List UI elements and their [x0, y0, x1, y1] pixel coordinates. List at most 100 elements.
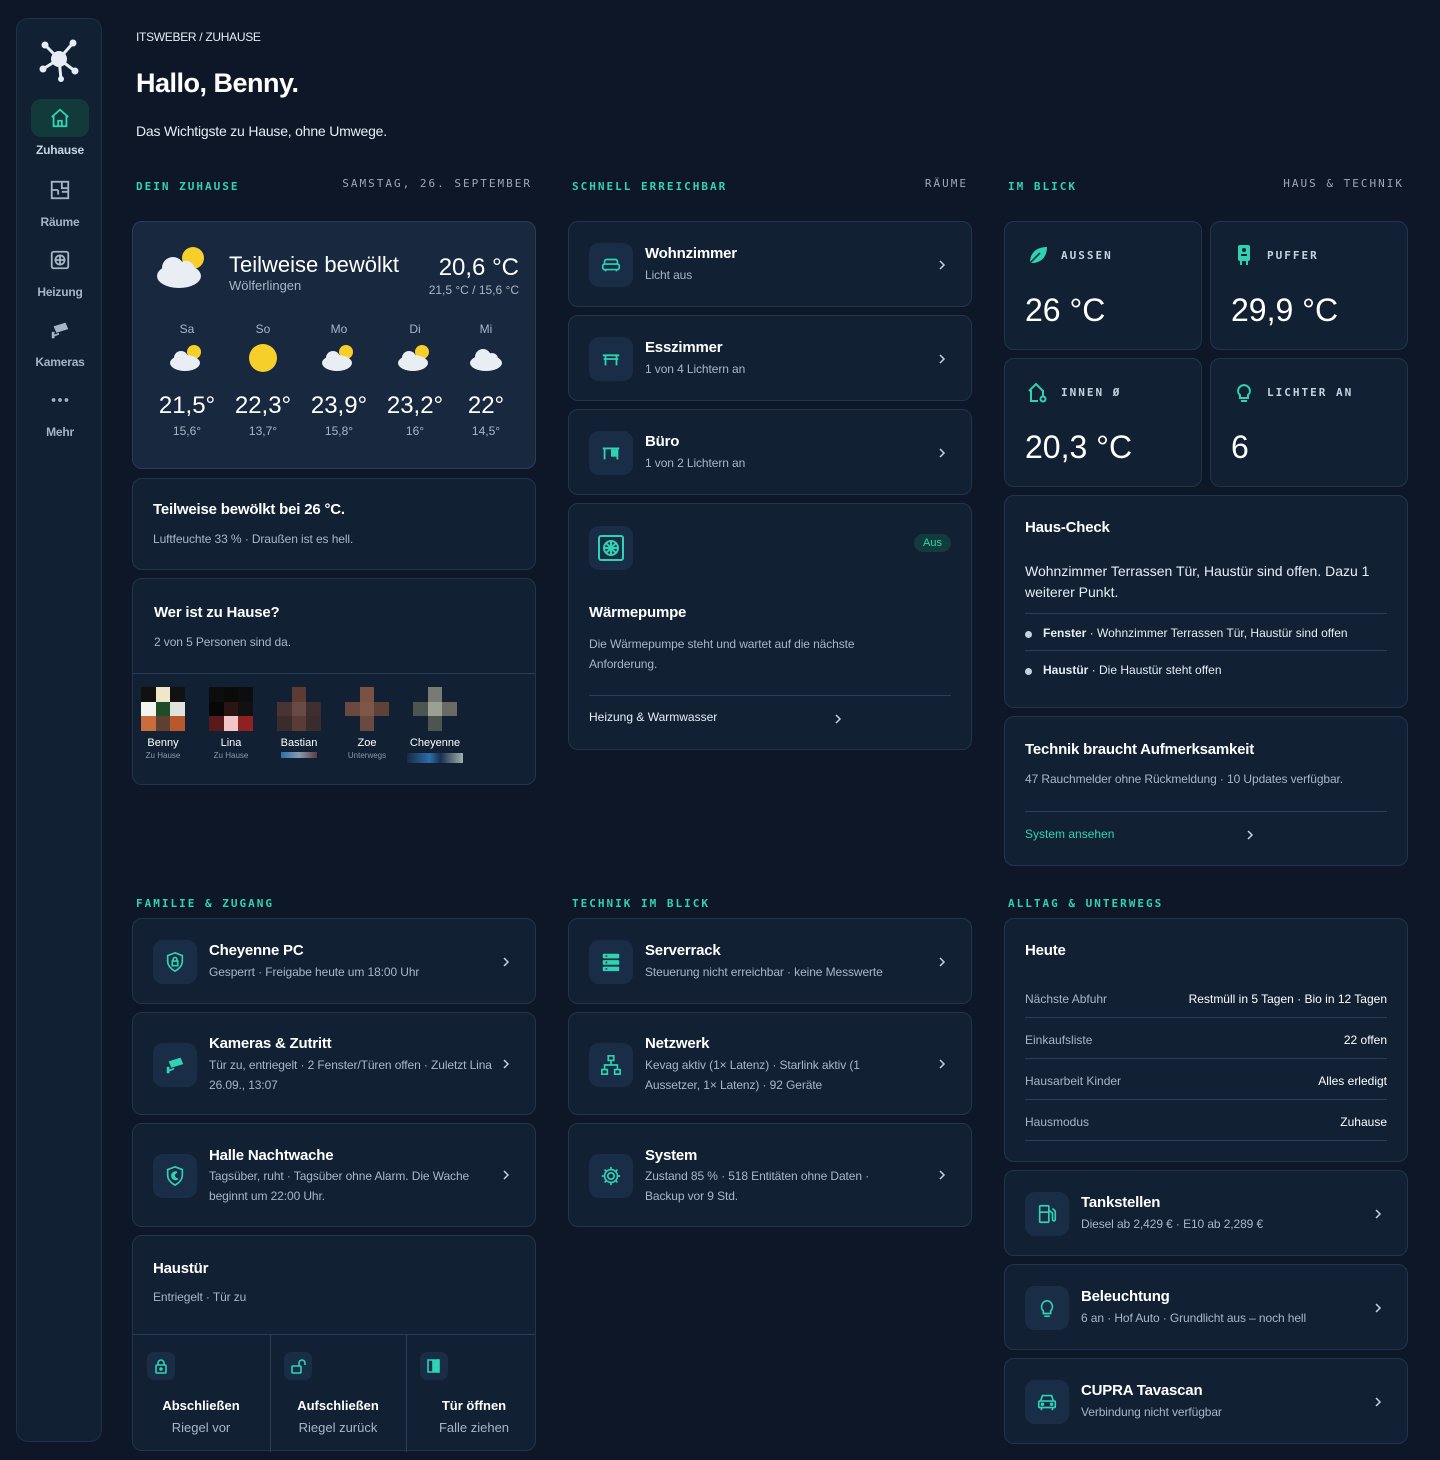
stat-lichter[interactable]: LICHTER AN 6	[1210, 358, 1408, 487]
forecast-high: 21,5°	[158, 392, 216, 419]
house-thermo-icon	[1028, 382, 1047, 403]
avatar	[209, 687, 253, 731]
presence-title: Wer ist zu Hause?	[154, 604, 280, 621]
door-open-icon	[420, 1352, 448, 1380]
weather-range: 21,5 °C / 15,6 °C	[428, 283, 519, 297]
stat-aussen[interactable]: AUSSEN 26 °C	[1004, 221, 1202, 350]
row-key: Nächste Abfuhr	[1025, 992, 1108, 1006]
nav-item-raeume[interactable]: Räume	[17, 171, 103, 229]
heating-icon	[31, 241, 89, 279]
person-bastian[interactable]: Bastian	[269, 687, 329, 758]
action-sub: Riegel zurück	[298, 1420, 378, 1435]
more-icon	[31, 381, 89, 419]
forecast-day-label: So	[255, 322, 271, 336]
chevron-right-icon	[1375, 1209, 1382, 1219]
tech-netzwerk[interactable]: Netzwerk Kevag aktiv (1× Latenz) · Starl…	[568, 1012, 972, 1115]
person-lina[interactable]: Lina Zu Hause	[201, 687, 261, 760]
forecast-low: 15,6°	[172, 424, 202, 438]
section-link-haus-technik[interactable]: HAUS & TECHNIK	[1283, 177, 1404, 190]
nav-item-zuhause[interactable]: Zuhause	[17, 99, 103, 157]
tech-attention-card[interactable]: Technik braucht Aufmerksamkeit 47 Rauchm…	[1004, 716, 1408, 866]
housecheck-text: Wohnzimmer Terrassen Tür, Haustür sind o…	[1025, 563, 1370, 600]
person-status: Unterwegs	[347, 751, 387, 760]
person-name: Bastian	[280, 737, 318, 749]
unlock-icon	[284, 1352, 312, 1380]
person-zoe[interactable]: Zoe Unterwegs	[337, 687, 397, 760]
status-bar	[407, 753, 463, 763]
leaf-icon	[1029, 247, 1047, 264]
bulb-icon	[1237, 383, 1251, 402]
heatpump-icon	[589, 526, 633, 570]
divider	[1025, 650, 1387, 651]
card-title: Kameras & Zutritt	[209, 1035, 332, 1052]
card-sub: 6 an · Hof Auto · Grundlicht aus – noch …	[1081, 1311, 1307, 1325]
person-name: Cheyenne	[409, 737, 461, 749]
divider	[1025, 1099, 1387, 1100]
room-wohnzimmer[interactable]: Wohnzimmer Licht aus	[568, 221, 972, 307]
room-buero[interactable]: Büro 1 von 2 Lichtern an	[568, 409, 972, 495]
room-esszimmer[interactable]: Esszimmer 1 von 4 Lichtern an	[568, 315, 972, 401]
forecast-low: 13,7°	[248, 424, 278, 438]
section-link-raeume[interactable]: RÄUME	[925, 177, 968, 190]
nav-item-kameras[interactable]: Kameras	[17, 311, 103, 369]
tech-system[interactable]: System Zustand 85 % · 518 Entitäten ohne…	[568, 1123, 972, 1227]
daily-tankstellen[interactable]: Tankstellen Diesel ab 2,429 € · E10 ab 2…	[1004, 1170, 1408, 1256]
chevron-right-icon	[503, 957, 510, 967]
stat-label: LICHTER AN	[1267, 386, 1354, 399]
forecast-day-label: Di	[409, 322, 421, 336]
action-sub: Riegel vor	[171, 1420, 231, 1435]
forecast-high: 23,9°	[310, 392, 368, 419]
card-sub: Zustand 85 % · 518 Entitäten ohne Daten …	[645, 1169, 870, 1203]
housecheck-card[interactable]: Haus-Check Wohnzimmer Terrassen Tür, Hau…	[1004, 495, 1408, 708]
desk-icon	[589, 431, 633, 475]
forecast-low: 15,8°	[324, 424, 354, 438]
stat-value: 29,9 °C	[1231, 292, 1339, 328]
lock-icon	[147, 1352, 175, 1380]
divider	[589, 695, 951, 696]
lock-button[interactable]: Abschließen Riegel vor	[133, 1334, 269, 1452]
boiler-icon	[1238, 245, 1250, 265]
daily-cupra[interactable]: CUPRA Tavascan Verbindung nicht verfügba…	[1004, 1358, 1408, 1444]
system-link[interactable]: System ansehen	[1025, 827, 1114, 841]
divider	[1025, 1058, 1387, 1059]
stat-value: 26 °C	[1025, 292, 1106, 328]
person-cheyenne[interactable]: Cheyenne	[405, 687, 465, 763]
open-door-button[interactable]: Tür öffnen Falle ziehen	[406, 1334, 542, 1452]
stat-puffer[interactable]: PUFFER 29,9 °C	[1210, 221, 1408, 350]
daily-beleuchtung[interactable]: Beleuchtung 6 an · Hof Auto · Grundlicht…	[1004, 1264, 1408, 1350]
chevron-right-icon	[503, 1059, 510, 1069]
family-cheyenne-pc[interactable]: Cheyenne PC Gesperrt · Freigabe heute um…	[132, 918, 536, 1004]
section-label-quick: SCHNELL ERREICHBAR	[572, 180, 728, 193]
heatpump-text: Die Wärmepumpe steht und wartet auf die …	[589, 637, 855, 671]
forecast-high: 23,2°	[386, 392, 444, 419]
person-name: Zoe	[357, 737, 377, 749]
unlock-button[interactable]: Aufschließen Riegel zurück	[270, 1334, 406, 1452]
nav-label: Mehr	[46, 425, 74, 439]
weather-card[interactable]: Teilweise bewölkt Wölferlingen 20,6 °C 2…	[132, 221, 536, 469]
room-status: 1 von 2 Lichtern an	[645, 456, 746, 470]
tech-serverrack[interactable]: Serverrack Steuerung nicht erreichbar · …	[568, 918, 972, 1004]
nav-item-mehr[interactable]: Mehr	[17, 381, 103, 439]
item-text: · Wohnzimmer Terrassen Tür, Haustür sind…	[1086, 626, 1348, 640]
stat-innen[interactable]: INNEN Ø 20,3 °C	[1004, 358, 1202, 487]
sofa-icon	[589, 243, 633, 287]
summary-title: Teilweise bewölkt bei 26 °C.	[153, 501, 345, 518]
heatpump-link[interactable]: Heizung & Warmwasser	[589, 710, 717, 724]
section-label-glance: IM BLICK	[1008, 180, 1077, 193]
action-sub: Falle ziehen	[438, 1420, 510, 1435]
heatpump-card[interactable]: Aus Wärmepumpe Die Wärmepumpe steht und …	[568, 503, 972, 750]
person-benny[interactable]: Benny Zu Hause	[133, 687, 193, 760]
forecast-day: Sa 21,5° 15,6°	[152, 322, 222, 438]
forecast-day: Mo 23,9° 15,8°	[304, 322, 374, 438]
card-title: Halle Nachtwache	[209, 1147, 334, 1164]
family-nachtwache[interactable]: Halle Nachtwache Tagsüber, ruht · Tagsüb…	[132, 1123, 536, 1227]
presence-card[interactable]: Wer ist zu Hause? 2 von 5 Personen sind …	[132, 578, 536, 785]
family-kameras[interactable]: Kameras & Zutritt Tür zu, entriegelt · 2…	[132, 1012, 536, 1115]
tech-attention-title: Technik braucht Aufmerksamkeit	[1025, 741, 1255, 758]
page-title: Hallo, Benny.	[136, 68, 299, 98]
status-badge: Aus	[914, 534, 951, 552]
person-status: Zu Hause	[213, 751, 249, 760]
card-sub: Diesel ab 2,429 € · E10 ab 2,289 €	[1081, 1217, 1264, 1231]
chevron-right-icon	[503, 1170, 510, 1180]
nav-item-heizung[interactable]: Heizung	[17, 241, 103, 299]
